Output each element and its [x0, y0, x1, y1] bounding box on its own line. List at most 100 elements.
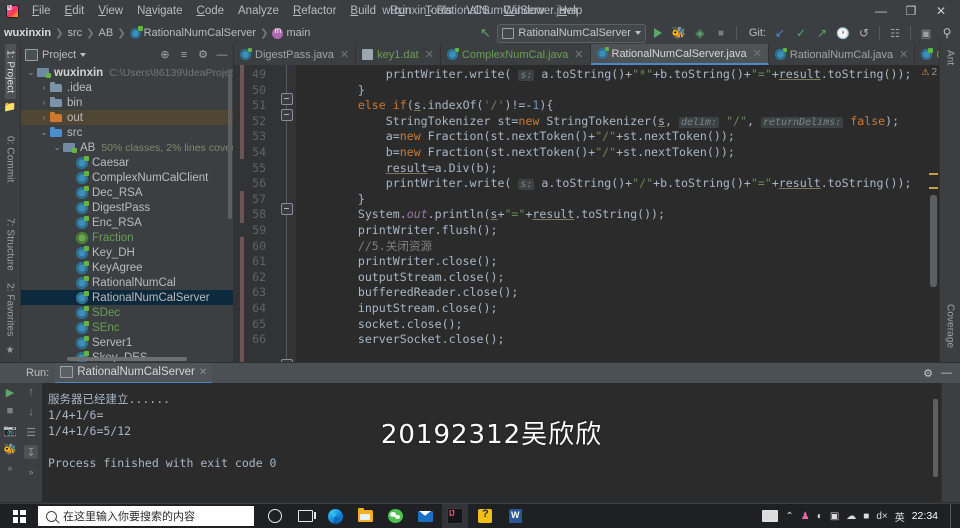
minimize-button[interactable]: — — [866, 0, 896, 22]
tree-node-rationalnumcalserver[interactable]: RationalNumCalServer — [21, 290, 233, 305]
menu-file[interactable]: FFileile — [25, 3, 58, 19]
taskbar-edge[interactable] — [322, 504, 348, 528]
menu-code[interactable]: Code — [190, 3, 232, 19]
tree-node-bin[interactable]: › bin — [21, 95, 233, 110]
preview-icon[interactable]: ▣ — [917, 24, 935, 42]
close-tab-icon[interactable]: ✕ — [340, 48, 349, 61]
tray-app-icon[interactable]: ♟ — [801, 511, 810, 522]
fold-region-icon[interactable] — [281, 109, 293, 121]
breadcrumb-method[interactable]: main — [286, 27, 310, 39]
project-tree[interactable]: ⌄ wuxinxin C:\Users\86139\IdeaProjects\W ›.… — [21, 65, 233, 362]
taskbar-word[interactable] — [502, 504, 528, 528]
run-with-coverage-button[interactable]: ◈ — [691, 24, 709, 42]
fold-region-icon[interactable] — [281, 359, 293, 362]
taskbar-intellij[interactable] — [442, 504, 468, 528]
git-update-icon[interactable]: ↙ — [771, 24, 789, 42]
tree-node-fraction[interactable]: Fraction — [21, 230, 233, 245]
fold-region-icon[interactable] — [281, 93, 293, 105]
back-arrow-icon[interactable]: ↖ — [476, 24, 494, 42]
close-tab-icon[interactable]: ✕ — [425, 48, 434, 61]
tree-node-complexnumcalclient[interactable]: ComplexNumCalClient — [21, 170, 233, 185]
menu-vcs[interactable]: VCS — [459, 3, 497, 19]
close-button[interactable]: ✕ — [926, 0, 956, 22]
cortana-button[interactable] — [262, 504, 288, 528]
maximize-button[interactable]: ❐ — [896, 0, 926, 22]
soft-wrap-icon[interactable]: ☰ — [24, 425, 38, 439]
run-button[interactable] — [649, 24, 667, 42]
run-tab[interactable]: RationalNumCalServer ✕ — [55, 362, 213, 384]
collapse-all-icon[interactable]: ≡ — [177, 48, 191, 62]
menu-analyze[interactable]: Analyze — [231, 3, 286, 19]
breadcrumb-class[interactable]: RationalNumCalServer — [144, 27, 257, 39]
rail-tab-ant[interactable]: Ant — [945, 44, 956, 71]
expand-arrow-icon[interactable]: ⌄ — [25, 68, 37, 77]
project-panel-title-group[interactable]: Project — [25, 48, 87, 61]
star-icon[interactable]: ★ — [6, 345, 15, 356]
show-desktop-button[interactable] — [950, 504, 956, 528]
rail-tab-coverage[interactable]: Coverage — [945, 298, 956, 354]
expand-arrow-icon[interactable]: ⌄ — [51, 143, 63, 152]
tree-node-enc-rsa[interactable]: Enc_RSA — [21, 215, 233, 230]
thread-dump-icon[interactable]: 🐝 — [3, 442, 17, 456]
close-tab-icon[interactable]: ✕ — [753, 47, 762, 60]
tree-node-digestpass[interactable]: DigestPass — [21, 200, 233, 215]
more-console-actions-icon[interactable]: » — [24, 465, 38, 479]
task-view-button[interactable] — [292, 504, 318, 528]
warning-marker[interactable] — [929, 187, 938, 189]
menu-navigate[interactable]: Navigate — [130, 3, 189, 19]
scroll-up-icon[interactable]: ↑ — [24, 385, 38, 399]
breadcrumb-project[interactable]: wuxinxin — [4, 27, 51, 39]
rail-tab-commit[interactable]: 0: Commit — [5, 130, 16, 188]
project-folder-icon[interactable]: 📁 — [4, 102, 16, 113]
ime-keyboard-icon[interactable] — [762, 510, 779, 522]
expand-arrow-icon[interactable]: › — [38, 98, 50, 107]
editor-tab-complexnumcal-java[interactable]: ComplexNumCal.java ✕ — [441, 44, 591, 65]
volume-mute-icon[interactable]: d× — [876, 511, 887, 522]
onedrive-icon[interactable]: ☁ — [846, 511, 856, 522]
taskbar-file-explorer[interactable] — [352, 504, 378, 528]
rail-tab-project[interactable]: 1: Project — [4, 44, 16, 100]
tree-node-senc[interactable]: SEnc — [21, 320, 233, 335]
editor-tab-key1-dat[interactable]: key1.dat ✕ — [356, 44, 441, 65]
breadcrumb-src[interactable]: src — [67, 27, 82, 39]
hide-panel-icon[interactable]: — — [215, 48, 229, 62]
tree-node-src[interactable]: ⌄ src — [21, 125, 233, 140]
more-actions-icon[interactable]: » — [3, 461, 17, 475]
ime-language-indicator[interactable]: 英 — [895, 509, 905, 524]
screen-capture-icon[interactable]: ▣ — [830, 511, 839, 522]
taskbar-wechat[interactable] — [382, 504, 408, 528]
tree-node-keyagree[interactable]: KeyAgree — [21, 260, 233, 275]
console-output[interactable]: 服务器已经建立...... 1/4+1/6= 1/4+1/6=5/12 Process… — [42, 383, 941, 502]
expand-arrow-icon[interactable]: ⌄ — [38, 128, 50, 137]
inspection-widget[interactable]: ⚠ 2 — [921, 67, 937, 78]
run-settings-icon[interactable]: ⚙ — [923, 367, 933, 380]
git-revert-icon[interactable]: ↺ — [855, 24, 873, 42]
expand-arrow-icon[interactable]: › — [38, 113, 50, 122]
rail-tab-favorites[interactable]: 2: Favorites — [5, 277, 16, 342]
close-tab-icon[interactable]: ✕ — [574, 48, 583, 61]
taskbar-clock[interactable]: 22:34 — [912, 510, 938, 522]
git-history-icon[interactable]: 🕐 — [834, 24, 852, 42]
taskbar-search-input[interactable]: 在这里输入你要搜索的内容 — [38, 506, 254, 526]
menu-view[interactable]: View — [91, 3, 130, 19]
editor-tab-rationalnumcal-java[interactable]: RationalNumCal.java ✕ — [769, 44, 916, 65]
tree-node-rationalnumcal[interactable]: RationalNumCal — [21, 275, 233, 290]
menu-help[interactable]: Help — [552, 3, 590, 19]
run-configuration-selector[interactable]: RationalNumCalServer — [497, 23, 646, 43]
search-everywhere-icon[interactable]: ⚲ — [938, 24, 956, 42]
editor-tab-digestpass-java[interactable]: DigestPass.java ✕ — [234, 44, 357, 65]
panel-settings-icon[interactable]: ⚙ — [196, 48, 210, 62]
network-icon[interactable]: ◐ — [817, 511, 823, 522]
editor-vscrollbar[interactable] — [930, 195, 937, 287]
menu-tools[interactable]: Tools — [418, 3, 459, 19]
git-commit-icon[interactable]: ✓ — [792, 24, 810, 42]
rail-tab-structure[interactable]: 7: Structure — [5, 212, 16, 277]
menu-run[interactable]: Run — [383, 3, 418, 19]
tree-node-dec-rsa[interactable]: Dec_RSA — [21, 185, 233, 200]
snapshot-icon[interactable]: 📷 — [3, 423, 17, 437]
tree-node-server1[interactable]: Server1 — [21, 335, 233, 350]
tree-node-key-dh[interactable]: Key_DH — [21, 245, 233, 260]
menu-edit[interactable]: Edit — [58, 3, 92, 19]
tree-node--idea[interactable]: › .idea — [21, 80, 233, 95]
project-tree-hscrollbar[interactable] — [67, 357, 187, 361]
